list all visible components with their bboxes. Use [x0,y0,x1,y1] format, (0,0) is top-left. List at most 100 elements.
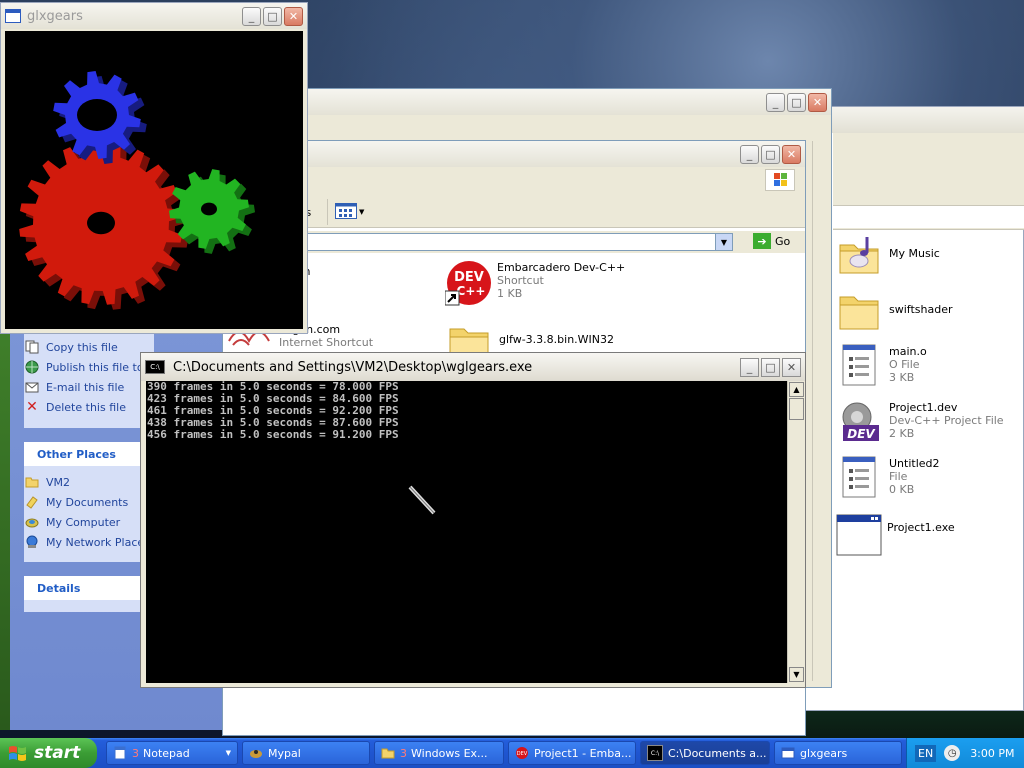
scroll-thumb[interactable] [789,398,804,420]
file-item-project1-exe[interactable]: Project1.exe [835,513,955,557]
generic-file-icon [837,343,881,387]
file-item-main-o[interactable]: main.o O File 3 KB [837,343,927,387]
go-label: Go [775,234,791,248]
window-title: C:\Documents and Settings\VM2\Desktop\wg… [173,359,533,375]
group-arrow-icon: ▼ [225,749,231,757]
green-gear-hole [201,202,217,216]
place-my-documents[interactable]: My Documents [24,494,128,510]
toolbar: rs ▼ [223,167,805,228]
file-size: 2 KB [889,427,915,440]
file-item-project1-dev[interactable]: DEV Project1.dev Dev-C++ Project File 2 … [837,399,1004,443]
console-scrollbar[interactable]: ▲ ▼ [787,381,805,683]
toolbar-divider [327,199,328,225]
minimize-button[interactable]: _ [766,92,785,112]
svg-text:DEV: DEV [454,270,484,285]
taskbar-button-glxgears[interactable]: glxgears [774,741,902,765]
file-name: Project1.exe [887,521,955,534]
mypal-icon [249,746,263,760]
language-indicator[interactable]: EN [915,744,937,762]
file-item-embarcadero-devcpp[interactable]: DEV C++ Embarcadero Dev-C++ Shortcut 1 K… [444,259,625,306]
maximize-button[interactable]: □ [761,144,780,164]
other-places-header[interactable]: Other Places [24,442,154,466]
copy-icon [24,339,40,355]
music-folder-icon [837,233,881,277]
taskbar: start 3 Notepad ▼ Mypal 3 Windows Ex... … [0,738,1024,768]
details-box [24,600,154,612]
gears-canvas [5,31,303,329]
address-input[interactable]: ▼ [303,233,733,251]
file-type: Shortcut [497,274,544,287]
place-my-network[interactable]: My Network Places [24,534,150,550]
taskbar-button-devcpp[interactable]: DEV Project1 - Emba... [508,741,636,765]
maximize-button[interactable]: □ [787,92,806,112]
views-icon [335,202,357,222]
devcpp-icon: DEV [515,746,529,760]
task-delete-file[interactable]: ✕ Delete this file [24,399,126,415]
task-label: Publish this file to [46,360,144,374]
glxgears-window[interactable]: glxgears _ □ ✕ [0,2,308,334]
taskbar-button-mypal[interactable]: Mypal [242,741,370,765]
file-name: My Music [889,247,940,260]
task-label: E-mail this file [46,380,125,394]
start-button[interactable]: start [0,738,97,768]
place-vm2[interactable]: VM2 [24,474,70,490]
clock[interactable]: 3:00 PM [970,747,1014,760]
minimize-button[interactable]: _ [740,144,759,164]
maximize-button[interactable]: □ [761,357,780,377]
taskbar-button-label: Notepad [143,746,190,760]
scroll-up-icon[interactable]: ▲ [789,382,804,397]
scrollbar[interactable] [812,141,829,681]
folder-icon [24,474,40,490]
console-window[interactable]: C:\ C:\Documents and Settings\VM2\Deskto… [140,352,806,688]
address-dropdown-icon[interactable]: ▼ [715,234,732,250]
console-output[interactable]: 390 frames in 5.0 seconds = 78.000 FPS 4… [146,381,787,683]
email-icon [24,379,40,395]
task-email-file[interactable]: E-mail this file [24,379,124,395]
file-type: Internet Shortcut [279,336,374,349]
group-count: 3 [132,746,139,760]
file-item-my-music[interactable]: My Music [837,233,940,277]
file-item-swiftshader[interactable]: swiftshader [837,289,953,333]
place-label: My Computer [46,515,121,529]
minimize-button[interactable]: _ [740,357,759,377]
network-icon [24,534,40,550]
volume-icon[interactable]: ◷ [944,745,961,761]
window-icon [781,746,795,760]
file-name: Project1.dev [889,401,958,414]
taskbar-button-label: Mypal [268,746,301,760]
scroll-down-icon[interactable]: ▼ [789,667,804,682]
file-name: swiftshader [889,303,953,316]
group-count: 3 [400,746,407,760]
start-label: start [34,743,81,763]
details-header[interactable]: Details [24,576,154,600]
minimize-button[interactable]: _ [242,6,261,26]
go-button[interactable]: ➔ Go [753,233,790,249]
maximize-button[interactable]: □ [263,6,282,26]
console-icon: C:\ [647,745,663,761]
taskbar-button-explorer[interactable]: 3 Windows Ex... [374,741,504,765]
mouse-cursor-icon [408,485,436,515]
windows-flag-icon [8,744,28,762]
explorer-window-back[interactable]: My Music swiftshader main.o O File 3 KB … [804,106,1024,711]
place-label: My Documents [46,495,129,509]
close-button[interactable]: ✕ [782,357,801,377]
taskbar-button-console[interactable]: C:\ C:\Documents a... [640,741,770,765]
my-documents-icon [24,494,40,510]
taskbar-button-notepad[interactable]: 3 Notepad ▼ [106,741,238,765]
task-publish-file[interactable]: Publish this file to [24,359,144,375]
title-bar: C:\ C:\Documents and Settings\VM2\Deskto… [141,353,805,381]
views-button[interactable]: ▼ [335,202,369,222]
delete-icon: ✕ [26,399,38,415]
close-button[interactable]: ✕ [808,92,827,112]
file-type: File [889,470,908,483]
exe-window-icon [835,513,882,557]
file-item-untitled2[interactable]: Untitled2 File 0 KB [837,455,940,499]
svg-text:C++: C++ [457,284,486,298]
task-copy-file[interactable]: Copy this file [24,339,118,355]
title-bar [805,107,1024,133]
close-button[interactable]: ✕ [284,6,303,26]
place-my-computer[interactable]: My Computer [24,514,120,530]
blue-gear-hole [77,99,117,131]
close-button[interactable]: ✕ [782,144,801,164]
task-label: Delete this file [46,400,126,414]
